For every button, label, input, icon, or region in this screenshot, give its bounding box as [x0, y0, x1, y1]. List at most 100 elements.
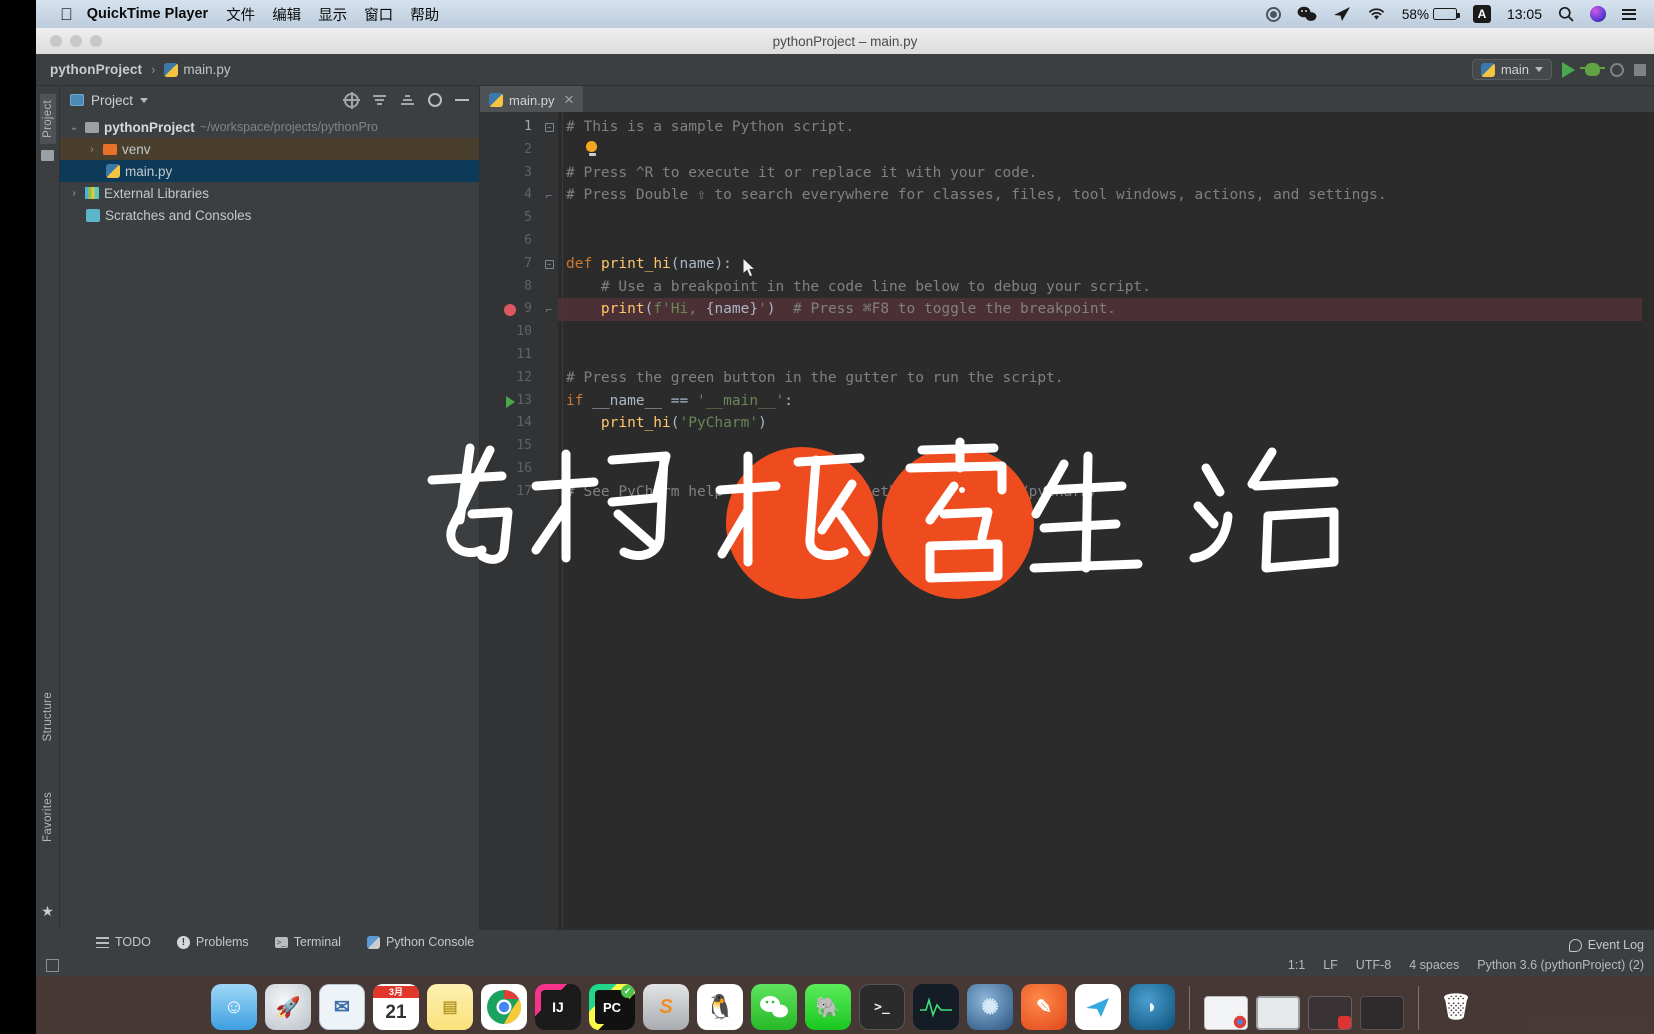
dock-item-finder[interactable]: ☺: [211, 984, 257, 1030]
dock-item-trash[interactable]: 🗑: [1433, 984, 1479, 1030]
code-line[interactable]: print_hi('PyCharm'): [558, 412, 1642, 435]
dock-item-safari[interactable]: ✎: [1021, 984, 1067, 1030]
tool-window-problems[interactable]: ! Problems: [176, 935, 249, 949]
dock-item-sublime-text[interactable]: S: [643, 984, 689, 1030]
record-icon[interactable]: [1265, 6, 1281, 22]
dock-item-pycharm[interactable]: PC ✓: [589, 984, 635, 1030]
sidebar-item-project[interactable]: Project: [39, 94, 56, 144]
target-icon[interactable]: [343, 91, 360, 109]
code-line[interactable]: # This is a sample Python script.: [558, 116, 1642, 139]
dock-item-mail[interactable]: ✉: [319, 984, 365, 1030]
minimized-window-1[interactable]: [1204, 996, 1248, 1030]
code-line[interactable]: # See PyCharm help at https://www.jetbra…: [558, 481, 1642, 504]
indent-setting[interactable]: 4 spaces: [1409, 958, 1459, 972]
apple-icon[interactable]: : [60, 6, 73, 23]
python-interpreter[interactable]: Python 3.6 (pythonProject) (2): [1477, 958, 1644, 972]
status-bar-toggle-icon[interactable]: [46, 958, 59, 972]
event-log-button[interactable]: Event Log: [1568, 938, 1644, 952]
tree-row-scratches[interactable]: Scratches and Consoles: [60, 204, 479, 226]
menu-item-edit[interactable]: 编辑: [272, 4, 301, 25]
run-icon[interactable]: [1562, 61, 1575, 78]
telegram-icon[interactable]: [1333, 6, 1351, 22]
code-area[interactable]: 1 2 3 4 5 6 7 8 9 10 11 12 13 14 15 16 17 − ⌐ − ⌐ # This is…: [480, 112, 1654, 930]
tool-window-terminal[interactable]: >_ Terminal: [274, 935, 341, 949]
run-configuration-selector[interactable]: main: [1471, 59, 1552, 80]
breadcrumb-file[interactable]: main.py: [164, 62, 231, 77]
intention-bulb-icon[interactable]: [586, 141, 599, 156]
minimized-window-3[interactable]: [1308, 996, 1352, 1030]
editor-scrollbar[interactable]: [1642, 112, 1654, 930]
fold-marker[interactable]: −: [540, 253, 558, 276]
minimized-window-4[interactable]: [1360, 996, 1404, 1030]
dock-item-intellij-idea[interactable]: IJ: [535, 984, 581, 1030]
active-app-name[interactable]: QuickTime Player: [87, 6, 208, 22]
gutter-run-icon[interactable]: [506, 395, 515, 408]
dock-item-chrome[interactable]: [481, 984, 527, 1030]
dock-item-wechat[interactable]: [751, 984, 797, 1030]
gear-icon[interactable]: [428, 93, 442, 107]
code-line[interactable]: [558, 139, 1642, 162]
wechat-icon[interactable]: [1297, 6, 1317, 22]
breakpoint-icon[interactable]: [504, 303, 516, 316]
minimized-window-2[interactable]: [1256, 996, 1300, 1030]
tab-main-py[interactable]: main.py ✕: [480, 86, 584, 112]
code-line[interactable]: # Press ^R to execute it or replace it w…: [558, 162, 1642, 185]
stop-icon[interactable]: [1634, 63, 1646, 76]
tree-row-external-libraries[interactable]: › External Libraries: [60, 182, 479, 204]
tree-row-mainpy[interactable]: main.py: [60, 160, 479, 182]
dock-item-qq[interactable]: 🐧: [697, 984, 743, 1030]
wifi-icon[interactable]: [1367, 7, 1386, 21]
dock-item-notes[interactable]: ▤: [427, 984, 473, 1030]
close-icon[interactable]: ✕: [564, 92, 575, 108]
dock-item-evernote[interactable]: 🐘: [805, 984, 851, 1030]
code-line[interactable]: def print_hi(name):: [558, 253, 1642, 276]
input-source-icon[interactable]: A: [1472, 5, 1491, 23]
code-line[interactable]: [558, 207, 1642, 230]
tree-row-pythonproject[interactable]: ⌄ pythonProject ~/workspace/projects/pyt…: [60, 116, 479, 138]
list-icon[interactable]: [1622, 8, 1636, 20]
dock-item-telegram[interactable]: [1075, 984, 1121, 1030]
code-text[interactable]: # This is a sample Python script. # Pres…: [558, 112, 1642, 930]
expand-icon[interactable]: [400, 93, 415, 108]
minimize-icon[interactable]: [455, 99, 469, 101]
code-line[interactable]: print(f'Hi, {name}') # Press ⌘F8 to togg…: [558, 298, 1642, 322]
tree-row-venv[interactable]: › venv: [60, 138, 479, 160]
code-line[interactable]: [558, 435, 1642, 458]
sidebar-item-favorites[interactable]: Favorites: [40, 786, 56, 848]
dock-item-quicktime-player[interactable]: ◗: [1129, 984, 1175, 1030]
project-folder-icon[interactable]: [41, 149, 54, 161]
dock-item-activity-monitor[interactable]: [913, 984, 959, 1030]
collapse-icon[interactable]: [372, 93, 387, 108]
sidebar-item-structure[interactable]: Structure: [40, 686, 56, 747]
menu-item-help[interactable]: 帮助: [410, 4, 439, 25]
fold-marker[interactable]: ⌐: [540, 298, 558, 321]
tool-window-todo[interactable]: TODO: [96, 935, 151, 949]
code-folding-gutter[interactable]: − ⌐ − ⌐: [540, 112, 558, 930]
star-icon[interactable]: ★: [41, 903, 54, 920]
menu-item-file[interactable]: 文件: [226, 4, 255, 25]
fold-marker[interactable]: −: [540, 116, 558, 139]
code-line[interactable]: [558, 321, 1642, 344]
breadcrumb-project[interactable]: pythonProject: [50, 62, 142, 77]
fold-marker[interactable]: ⌐: [540, 184, 558, 207]
project-panel-title[interactable]: Project: [91, 93, 133, 108]
chevron-down-icon[interactable]: [140, 97, 149, 103]
code-line[interactable]: # Use a breakpoint in the code line belo…: [558, 276, 1642, 299]
code-line[interactable]: [558, 458, 1642, 481]
line-number-gutter[interactable]: 1 2 3 4 5 6 7 8 9 10 11 12 13 14 15 16 17: [480, 112, 540, 930]
coverage-icon[interactable]: [1610, 62, 1624, 77]
debug-icon[interactable]: [1580, 63, 1605, 76]
menu-item-view[interactable]: 显示: [318, 4, 347, 25]
code-line[interactable]: [558, 230, 1642, 253]
dock-item-calendar[interactable]: 3月 21: [373, 984, 419, 1030]
chevron-down-icon[interactable]: ⌄: [68, 122, 80, 133]
dock-item-system-preferences[interactable]: ✺: [967, 984, 1013, 1030]
code-line[interactable]: if __name__ == '__main__':: [558, 390, 1642, 413]
battery-status[interactable]: 58%: [1402, 7, 1460, 22]
code-line[interactable]: # Press Double ⇧ to search everywhere fo…: [558, 184, 1642, 207]
file-encoding[interactable]: UTF-8: [1356, 958, 1391, 972]
code-line[interactable]: [558, 344, 1642, 367]
chevron-right-icon[interactable]: ›: [68, 188, 80, 199]
dock-item-launchpad[interactable]: 🚀: [265, 984, 311, 1030]
search-icon[interactable]: [1558, 6, 1574, 22]
